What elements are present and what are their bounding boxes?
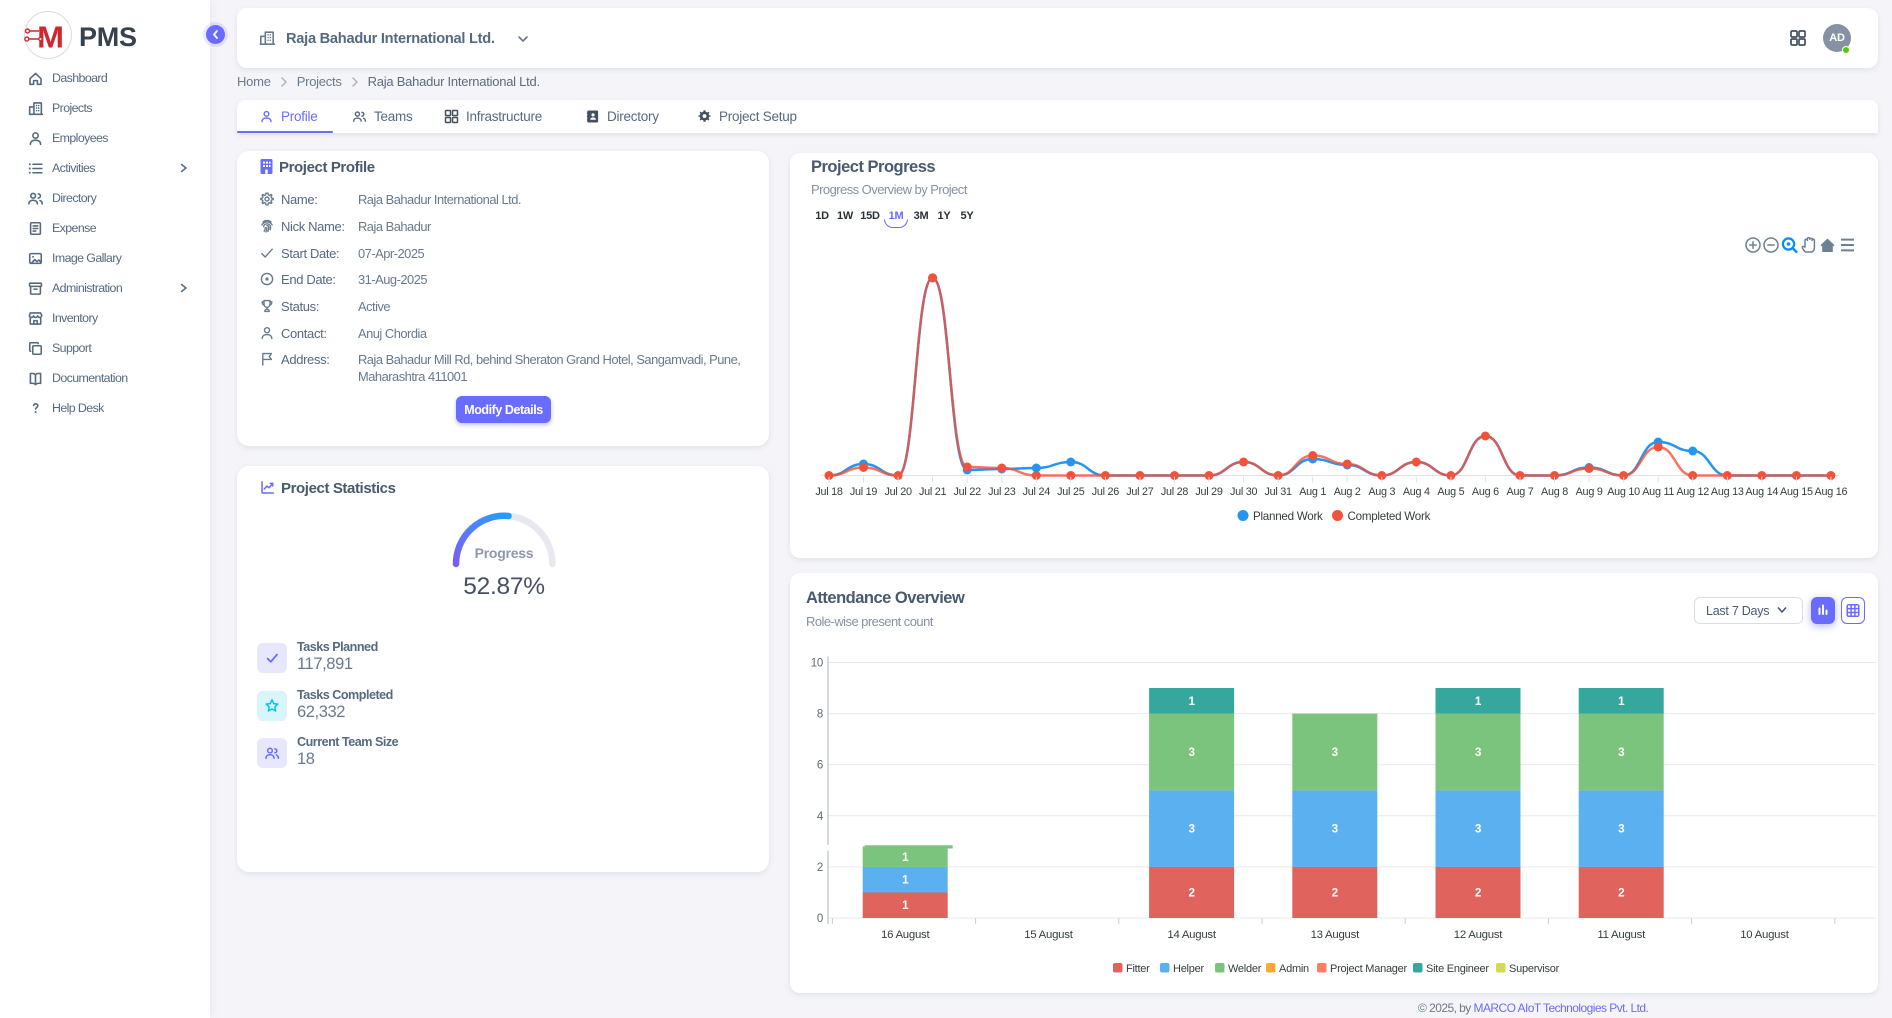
svg-text:Jul 21: Jul 21 bbox=[919, 486, 947, 498]
svg-text:Welder: Welder bbox=[1228, 963, 1262, 975]
svg-text:Jul 23: Jul 23 bbox=[988, 486, 1016, 498]
svg-text:Aug 12: Aug 12 bbox=[1676, 486, 1709, 498]
svg-text:0: 0 bbox=[817, 913, 823, 925]
svg-text:3: 3 bbox=[1618, 823, 1625, 836]
svg-text:Site Engineer: Site Engineer bbox=[1426, 963, 1489, 975]
svg-text:1: 1 bbox=[1188, 695, 1195, 708]
svg-text:3: 3 bbox=[1332, 746, 1339, 759]
svg-text:1: 1 bbox=[902, 874, 909, 887]
svg-text:Jul 28: Jul 28 bbox=[1161, 486, 1189, 498]
svg-text:Aug 6: Aug 6 bbox=[1472, 486, 1499, 498]
svg-text:Planned Work: Planned Work bbox=[1253, 510, 1323, 523]
svg-text:Aug 5: Aug 5 bbox=[1437, 486, 1464, 498]
svg-text:16 August: 16 August bbox=[881, 929, 931, 941]
svg-text:Aug 7: Aug 7 bbox=[1507, 486, 1534, 498]
svg-text:3: 3 bbox=[1188, 746, 1195, 759]
svg-text:Aug 1: Aug 1 bbox=[1299, 486, 1326, 498]
svg-text:Jul 29: Jul 29 bbox=[1195, 486, 1223, 498]
svg-text:2: 2 bbox=[817, 862, 823, 874]
svg-text:Fitter: Fitter bbox=[1126, 963, 1150, 975]
svg-text:1: 1 bbox=[902, 899, 909, 912]
svg-text:1: 1 bbox=[902, 851, 909, 864]
svg-text:3: 3 bbox=[1475, 823, 1482, 836]
svg-text:3: 3 bbox=[1475, 746, 1482, 759]
svg-text:Helper: Helper bbox=[1173, 963, 1204, 975]
svg-text:Jul 20: Jul 20 bbox=[884, 486, 912, 498]
svg-text:12 August: 12 August bbox=[1454, 929, 1504, 941]
svg-text:Aug 15: Aug 15 bbox=[1780, 486, 1813, 498]
svg-text:Jul 19: Jul 19 bbox=[850, 486, 878, 498]
svg-text:Jul 30: Jul 30 bbox=[1230, 486, 1258, 498]
svg-text:2: 2 bbox=[1618, 886, 1625, 899]
svg-text:Jul 27: Jul 27 bbox=[1126, 486, 1154, 498]
svg-text:4: 4 bbox=[817, 811, 824, 823]
svg-text:Aug 9: Aug 9 bbox=[1576, 486, 1603, 498]
svg-text:3: 3 bbox=[1332, 823, 1339, 836]
svg-text:Supervisor: Supervisor bbox=[1509, 963, 1560, 975]
svg-text:2: 2 bbox=[1332, 886, 1339, 899]
svg-text:Project Manager: Project Manager bbox=[1330, 963, 1408, 975]
svg-text:Jul 25: Jul 25 bbox=[1057, 486, 1085, 498]
svg-text:Aug 11: Aug 11 bbox=[1642, 486, 1674, 498]
svg-text:1: 1 bbox=[1475, 695, 1482, 708]
svg-text:10: 10 bbox=[811, 658, 823, 670]
svg-text:11 August: 11 August bbox=[1597, 929, 1646, 941]
svg-text:15 August: 15 August bbox=[1024, 929, 1074, 941]
svg-text:Aug 4: Aug 4 bbox=[1403, 486, 1430, 498]
svg-text:Aug 16: Aug 16 bbox=[1815, 486, 1848, 498]
svg-text:Aug 14: Aug 14 bbox=[1745, 486, 1778, 498]
svg-text:Jul 18: Jul 18 bbox=[815, 486, 843, 498]
svg-text:Aug 10: Aug 10 bbox=[1607, 486, 1640, 498]
svg-text:Aug 2: Aug 2 bbox=[1334, 486, 1361, 498]
svg-text:3: 3 bbox=[1188, 823, 1195, 836]
svg-text:10 August: 10 August bbox=[1740, 929, 1790, 941]
svg-text:3: 3 bbox=[1618, 746, 1625, 759]
svg-text:13 August: 13 August bbox=[1311, 929, 1361, 941]
svg-text:Admin: Admin bbox=[1279, 963, 1309, 975]
svg-text:2: 2 bbox=[1475, 886, 1482, 899]
svg-text:14 August: 14 August bbox=[1167, 929, 1217, 941]
svg-text:1: 1 bbox=[1618, 695, 1625, 708]
svg-text:Jul 22: Jul 22 bbox=[954, 486, 982, 498]
svg-text:6: 6 bbox=[817, 760, 823, 772]
svg-text:8: 8 bbox=[817, 709, 823, 721]
svg-text:Aug 8: Aug 8 bbox=[1541, 486, 1568, 498]
svg-text:2: 2 bbox=[1188, 886, 1195, 899]
svg-text:Aug 3: Aug 3 bbox=[1368, 486, 1395, 498]
svg-text:Completed Work: Completed Work bbox=[1348, 510, 1431, 523]
svg-text:Aug 13: Aug 13 bbox=[1711, 486, 1744, 498]
svg-text:Jul 26: Jul 26 bbox=[1092, 486, 1120, 498]
svg-text:Jul 31: Jul 31 bbox=[1264, 486, 1292, 498]
svg-text:Jul 24: Jul 24 bbox=[1023, 486, 1051, 498]
